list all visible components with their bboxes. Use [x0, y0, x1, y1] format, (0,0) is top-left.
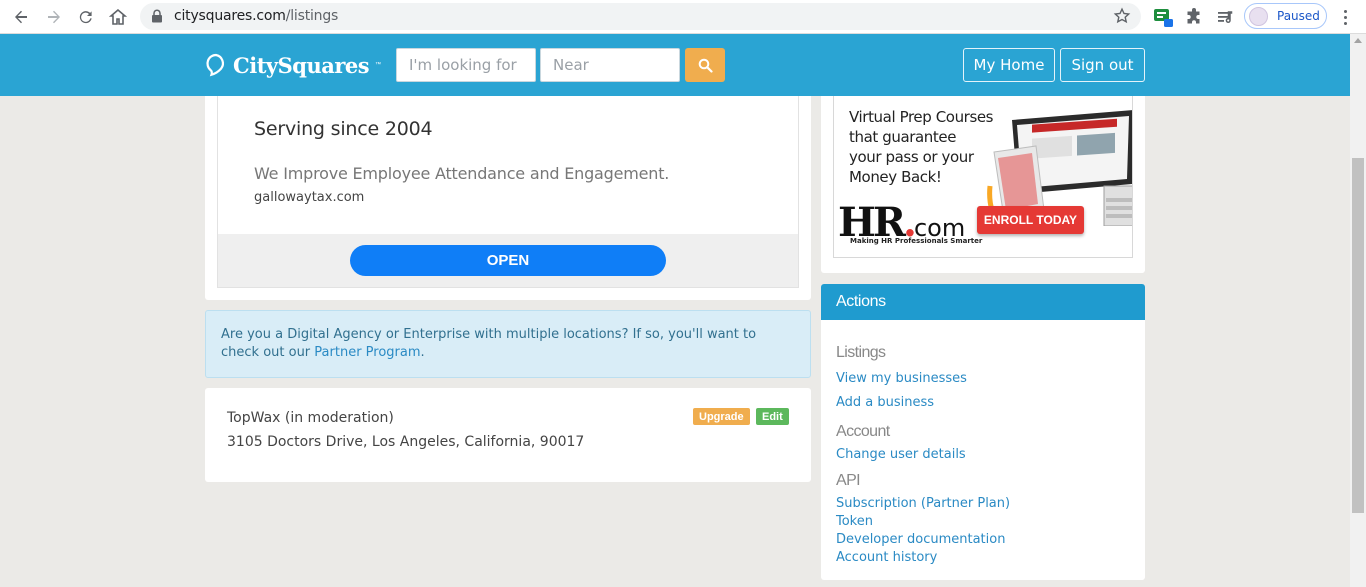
listing-name: TopWax (in moderation) [227, 410, 394, 426]
sign-out-button[interactable]: Sign out [1060, 48, 1145, 82]
listing-card: TopWax (in moderation) 3105 Doctors Driv… [205, 388, 811, 482]
add-a-business-link[interactable]: Add a business [836, 395, 934, 410]
home-icon[interactable] [106, 5, 130, 29]
token-link[interactable]: Token [836, 514, 873, 529]
my-home-button[interactable]: My Home [963, 48, 1055, 82]
back-icon[interactable] [9, 5, 33, 29]
subscription-link[interactable]: Subscription (Partner Plan) [836, 496, 1010, 511]
puzzle-icon[interactable] [1182, 5, 1206, 29]
forward-icon[interactable] [42, 5, 66, 29]
extension-badge-icon[interactable] [1151, 5, 1175, 29]
scroll-up-arrow-icon[interactable] [1354, 38, 1362, 43]
change-user-details-link[interactable]: Change user details [836, 447, 966, 462]
scrollbar-thumb[interactable] [1352, 158, 1364, 513]
actions-title: Actions [821, 284, 1145, 320]
profile-avatar [1249, 7, 1268, 26]
star-icon[interactable] [1113, 7, 1131, 30]
ad-domain[interactable]: gallowaytax.com [254, 190, 364, 205]
profile-paused-button[interactable]: Paused [1244, 3, 1327, 29]
view-my-businesses-link[interactable]: View my businesses [836, 371, 967, 386]
enroll-today-button[interactable]: ENROLL TODAY [977, 206, 1084, 234]
banner-headline: Virtual Prep Courses that guarantee your… [849, 107, 994, 187]
profile-status-label: Paused [1277, 9, 1320, 23]
listing-address: 3105 Doctors Drive, Los Angeles, Califor… [227, 434, 585, 450]
section-title-account: Account [836, 423, 890, 440]
reading-list-icon[interactable] [1213, 5, 1237, 29]
search-input[interactable] [396, 48, 536, 82]
url-domain: citysquares.com [174, 8, 286, 24]
hr-banner-ad[interactable]: Virtual Prep Courses that guarantee your… [833, 96, 1133, 258]
logo-mark-icon [206, 53, 224, 77]
near-input[interactable] [540, 48, 680, 82]
banner-line-3: your pass or your [849, 148, 974, 166]
ad-frame: Serving since 2004 We Improve Employee A… [217, 96, 799, 288]
search-icon [698, 58, 713, 73]
partner-program-link[interactable]: Partner Program [314, 345, 420, 360]
edit-button[interactable]: Edit [756, 408, 789, 425]
lock-icon[interactable] [151, 9, 163, 28]
logo-text: CitySquares [233, 52, 370, 78]
search-button[interactable] [685, 48, 725, 82]
more-icon[interactable] [1336, 6, 1354, 28]
section-title-api: API [836, 472, 861, 489]
partner-program-notice: Are you a Digital Agency or Enterprise w… [205, 310, 811, 378]
ad-footer: OPEN [218, 234, 798, 287]
account-history-link[interactable]: Account history [836, 550, 937, 565]
address-bar[interactable]: citysquares.com/listings [140, 3, 1141, 30]
section-title-listings: Listings [836, 344, 886, 361]
banner-ad-card: Virtual Prep Courses that guarantee your… [821, 96, 1145, 273]
url-text: citysquares.com/listings [174, 8, 338, 24]
partner-notice-end: . [420, 345, 425, 360]
partner-notice-text: Are you a Digital Agency or Enterprise w… [221, 327, 757, 360]
browser-toolbar: citysquares.com/listings Paused [0, 0, 1366, 34]
url-path: /listings [285, 8, 339, 24]
banner-line-1: Virtual Prep Courses [849, 108, 994, 126]
banner-line-4: Money Back! [849, 168, 942, 186]
citysquares-logo[interactable]: CitySquares ™ [205, 51, 381, 79]
logo-trademark: ™ [375, 62, 382, 68]
actions-panel: Actions Listings View my businesses Add … [821, 284, 1145, 580]
developer-documentation-link[interactable]: Developer documentation [836, 532, 1005, 547]
ad-title: Serving since 2004 [254, 118, 433, 140]
site-header: CitySquares ™ My Home Sign out [0, 34, 1350, 96]
upgrade-button[interactable]: Upgrade [693, 408, 750, 425]
open-button[interactable]: OPEN [350, 245, 666, 276]
ad-description: We Improve Employee Attendance and Engag… [254, 164, 670, 183]
banner-tagline: Making HR Professionals Smarter [850, 237, 983, 245]
sponsored-ad-card: Serving since 2004 We Improve Employee A… [205, 96, 811, 300]
reload-icon[interactable] [74, 5, 98, 29]
banner-line-2: that guarantee [849, 128, 957, 146]
